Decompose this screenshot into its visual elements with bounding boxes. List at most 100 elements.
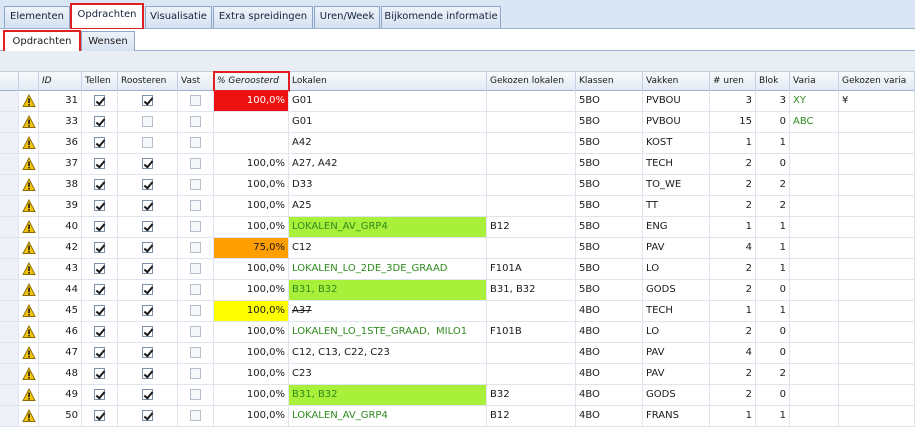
tab-bijkomende-informatie[interactable]: Bijkomende informatie bbox=[381, 6, 501, 28]
checkbox-icon[interactable] bbox=[142, 284, 153, 295]
checkbox-icon[interactable] bbox=[190, 242, 201, 253]
row-indicator[interactable] bbox=[0, 406, 19, 426]
checkbox-icon[interactable] bbox=[142, 410, 153, 421]
checkbox-icon[interactable] bbox=[190, 116, 201, 127]
checkbox-roosteren[interactable] bbox=[118, 133, 178, 153]
checkbox-vast[interactable] bbox=[178, 385, 214, 405]
table-row[interactable]: 40 100,0% LOKALEN_AV_GRP4 B12 5BO ENG 1 1 bbox=[0, 217, 915, 238]
row-indicator[interactable] bbox=[0, 238, 19, 258]
checkbox-tellen[interactable] bbox=[82, 217, 118, 237]
checkbox-roosteren[interactable] bbox=[118, 154, 178, 174]
row-indicator[interactable] bbox=[0, 91, 19, 111]
checkbox-vast[interactable] bbox=[178, 217, 214, 237]
checkbox-icon[interactable] bbox=[142, 95, 153, 106]
checkbox-roosteren[interactable] bbox=[118, 238, 178, 258]
checkbox-tellen[interactable] bbox=[82, 343, 118, 363]
header-gekozen-lokalen[interactable]: Gekozen lokalen bbox=[487, 72, 576, 91]
checkbox-icon[interactable] bbox=[142, 116, 153, 127]
checkbox-icon[interactable] bbox=[94, 242, 105, 253]
row-indicator[interactable] bbox=[0, 196, 19, 216]
checkbox-icon[interactable] bbox=[142, 368, 153, 379]
checkbox-icon[interactable] bbox=[190, 347, 201, 358]
checkbox-tellen[interactable] bbox=[82, 196, 118, 216]
checkbox-icon[interactable] bbox=[94, 347, 105, 358]
checkbox-roosteren[interactable] bbox=[118, 112, 178, 132]
checkbox-roosteren[interactable] bbox=[118, 259, 178, 279]
checkbox-roosteren[interactable] bbox=[118, 217, 178, 237]
header-vakken[interactable]: Vakken bbox=[643, 72, 710, 91]
row-indicator[interactable] bbox=[0, 154, 19, 174]
table-row[interactable]: 43 100,0% LOKALEN_LO_2DE_3DE_GRAAD F101A 5BO… bbox=[0, 259, 915, 280]
row-indicator[interactable] bbox=[0, 364, 19, 384]
checkbox-icon[interactable] bbox=[142, 347, 153, 358]
checkbox-icon[interactable] bbox=[142, 305, 153, 316]
checkbox-tellen[interactable] bbox=[82, 364, 118, 384]
checkbox-roosteren[interactable] bbox=[118, 175, 178, 195]
checkbox-vast[interactable] bbox=[178, 175, 214, 195]
checkbox-icon[interactable] bbox=[190, 200, 201, 211]
tab-opdrachten[interactable]: Opdrachten bbox=[70, 3, 144, 30]
checkbox-icon[interactable] bbox=[94, 179, 105, 190]
checkbox-roosteren[interactable] bbox=[118, 280, 178, 300]
tab-extra-spreidingen[interactable]: Extra spreidingen bbox=[213, 6, 313, 28]
checkbox-icon[interactable] bbox=[94, 368, 105, 379]
tab-elementen[interactable]: Elementen bbox=[4, 6, 70, 28]
row-indicator[interactable] bbox=[0, 280, 19, 300]
checkbox-icon[interactable] bbox=[142, 263, 153, 274]
table-row[interactable]: 39 100,0% A25 5BO TT 2 2 bbox=[0, 196, 915, 217]
subtab-opdrachten[interactable]: Opdrachten bbox=[3, 30, 81, 53]
table-row[interactable]: 48 100,0% C23 4BO PAV 2 2 bbox=[0, 364, 915, 385]
checkbox-icon[interactable] bbox=[190, 389, 201, 400]
header-geroosterd[interactable]: % Geroosterd bbox=[213, 71, 290, 92]
checkbox-tellen[interactable] bbox=[82, 238, 118, 258]
checkbox-vast[interactable] bbox=[178, 301, 214, 321]
header-lokalen[interactable]: Lokalen bbox=[289, 72, 487, 91]
table-row[interactable]: 37 100,0% A27, A42 5BO TECH 2 0 bbox=[0, 154, 915, 175]
header-tellen[interactable]: Tellen bbox=[82, 72, 118, 91]
checkbox-icon[interactable] bbox=[94, 389, 105, 400]
checkbox-roosteren[interactable] bbox=[118, 385, 178, 405]
table-row[interactable]: 33 G01 5BO PVBOU 15 0 ABC bbox=[0, 112, 915, 133]
checkbox-icon[interactable] bbox=[190, 95, 201, 106]
row-indicator[interactable] bbox=[0, 133, 19, 153]
table-row[interactable]: 42 75,0% C12 5BO PAV 4 1 bbox=[0, 238, 915, 259]
checkbox-vast[interactable] bbox=[178, 406, 214, 426]
checkbox-tellen[interactable] bbox=[82, 301, 118, 321]
checkbox-icon[interactable] bbox=[94, 116, 105, 127]
checkbox-icon[interactable] bbox=[190, 326, 201, 337]
checkbox-icon[interactable] bbox=[190, 305, 201, 316]
checkbox-icon[interactable] bbox=[190, 221, 201, 232]
checkbox-icon[interactable] bbox=[190, 137, 201, 148]
checkbox-tellen[interactable] bbox=[82, 154, 118, 174]
checkbox-icon[interactable] bbox=[142, 158, 153, 169]
checkbox-tellen[interactable] bbox=[82, 385, 118, 405]
checkbox-roosteren[interactable] bbox=[118, 196, 178, 216]
checkbox-roosteren[interactable] bbox=[118, 322, 178, 342]
table-row[interactable]: 36 A42 5BO KOST 1 1 bbox=[0, 133, 915, 154]
checkbox-tellen[interactable] bbox=[82, 175, 118, 195]
checkbox-icon[interactable] bbox=[142, 389, 153, 400]
checkbox-icon[interactable] bbox=[94, 326, 105, 337]
checkbox-roosteren[interactable] bbox=[118, 343, 178, 363]
checkbox-icon[interactable] bbox=[142, 179, 153, 190]
checkbox-vast[interactable] bbox=[178, 91, 214, 111]
checkbox-tellen[interactable] bbox=[82, 406, 118, 426]
tab-uren-week[interactable]: Uren/Week bbox=[314, 6, 380, 28]
checkbox-tellen[interactable] bbox=[82, 322, 118, 342]
table-row[interactable]: 47 100,0% C12, C13, C22, C23 4BO PAV 4 0 bbox=[0, 343, 915, 364]
checkbox-vast[interactable] bbox=[178, 238, 214, 258]
checkbox-icon[interactable] bbox=[94, 263, 105, 274]
checkbox-roosteren[interactable] bbox=[118, 364, 178, 384]
header-uren[interactable]: # uren bbox=[710, 72, 756, 91]
header-varia[interactable]: Varia bbox=[790, 72, 839, 91]
checkbox-vast[interactable] bbox=[178, 322, 214, 342]
checkbox-icon[interactable] bbox=[94, 305, 105, 316]
checkbox-icon[interactable] bbox=[142, 200, 153, 211]
subtab-wensen[interactable]: Wensen bbox=[81, 31, 135, 51]
checkbox-icon[interactable] bbox=[190, 284, 201, 295]
table-row[interactable]: 44 100,0% B31, B32 B31, B32 5BO GODS 2 0 bbox=[0, 280, 915, 301]
checkbox-icon[interactable] bbox=[94, 410, 105, 421]
checkbox-vast[interactable] bbox=[178, 112, 214, 132]
checkbox-icon[interactable] bbox=[94, 95, 105, 106]
checkbox-icon[interactable] bbox=[142, 137, 153, 148]
